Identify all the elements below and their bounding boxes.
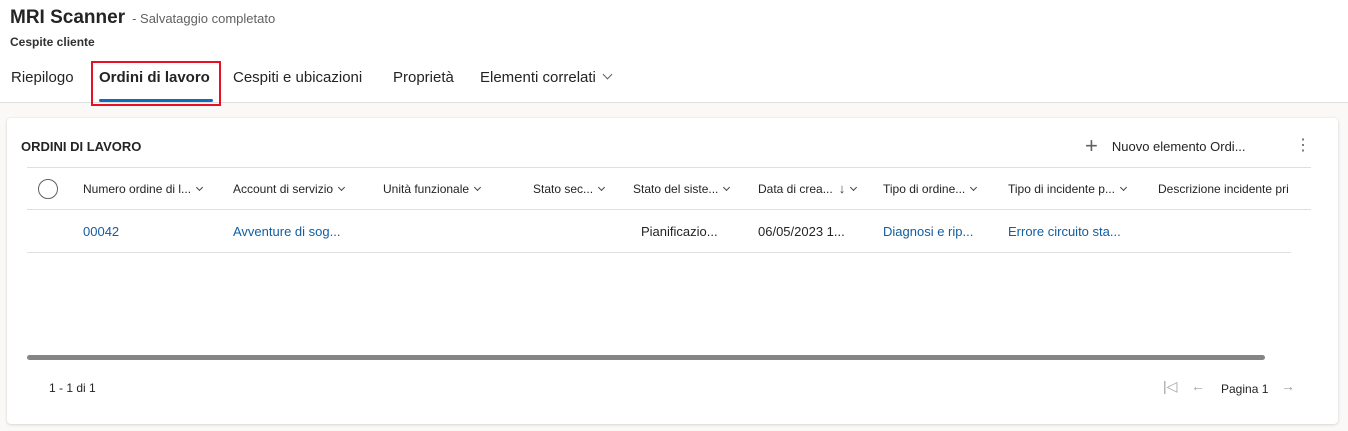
- chevron-down-icon: [474, 183, 482, 192]
- tab-elementi-correlati-label: Elementi correlati: [480, 69, 596, 86]
- record-header: MRI Scanner - Salvataggio completato Ces…: [0, 0, 1348, 103]
- record-count: 1 - 1 di 1: [49, 381, 96, 395]
- chevron-down-icon: [602, 69, 613, 80]
- column-header-descrizione[interactable]: Descrizione incidente pri: [1158, 168, 1289, 210]
- chevron-down-icon: [597, 183, 606, 192]
- new-work-order-button[interactable]: + Nuovo elemento Ordi...: [1085, 133, 1246, 158]
- title-row: MRI Scanner - Salvataggio completato: [10, 7, 275, 29]
- table-row[interactable]: 00042 Avventure di sog... Pianificazio..…: [27, 211, 1291, 253]
- tab-proprieta[interactable]: Proprietà: [393, 60, 454, 103]
- next-page-icon[interactable]: →: [1281, 378, 1295, 394]
- chevron-down-icon: [850, 183, 858, 192]
- record-title: MRI Scanner: [10, 7, 126, 28]
- plus-icon: +: [1085, 133, 1098, 158]
- chevron-down-icon: [970, 183, 978, 192]
- column-header-account[interactable]: Account di servizio: [233, 168, 346, 210]
- cell-tipo-ordine-link[interactable]: Diagnosi e rip...: [883, 211, 973, 253]
- more-vertical-icon[interactable]: ⋮: [1295, 137, 1311, 155]
- column-header-label: Tipo di incidente p...: [1008, 182, 1115, 196]
- chevron-down-icon: [723, 183, 731, 192]
- cell-account-link[interactable]: Avventure di sog...: [233, 211, 340, 253]
- cell-tipo-incidente-link[interactable]: Errore circuito sta...: [1008, 211, 1121, 253]
- section-title: ORDINI DI LAVORO: [21, 139, 142, 154]
- select-all-checkbox[interactable]: [38, 179, 58, 199]
- entity-type-label: Cespite cliente: [10, 35, 95, 49]
- new-work-order-label: Nuovo elemento Ordi...: [1111, 138, 1246, 154]
- tab-elementi-correlati[interactable]: Elementi correlati: [480, 60, 613, 103]
- page-label: Pagina 1: [1221, 382, 1269, 396]
- previous-page-icon[interactable]: ←: [1191, 378, 1205, 394]
- tab-cespiti-e-ubicazioni[interactable]: Cespiti e ubicazioni: [233, 60, 362, 103]
- chevron-down-icon: [196, 183, 204, 192]
- sort-descending-icon: ↓: [838, 181, 846, 196]
- column-header-tipo-ordine[interactable]: Tipo di ordine...: [883, 168, 978, 210]
- column-header-label: Numero ordine di l...: [83, 182, 192, 196]
- work-orders-subgrid: ORDINI DI LAVORO + Nuovo elemento Ordi..…: [7, 118, 1338, 424]
- active-tab-indicator: [99, 99, 213, 102]
- column-header-label: Descrizione incidente pri: [1158, 182, 1289, 196]
- cell-stato-sistema: Pianificazio...: [641, 224, 718, 239]
- column-header-label: Account di servizio: [233, 182, 334, 196]
- column-header-label: Stato del siste...: [633, 182, 719, 196]
- column-header-numero[interactable]: Numero ordine di l...: [83, 168, 204, 210]
- tab-riepilogo[interactable]: Riepilogo: [11, 60, 74, 103]
- first-page-icon[interactable]: |◁: [1163, 378, 1177, 395]
- column-header-stato-sec[interactable]: Stato sec...: [533, 168, 606, 210]
- cell-data: 06/05/2023 1...: [758, 224, 845, 239]
- cell-numero-link[interactable]: 00042: [83, 211, 119, 253]
- chevron-down-icon: [1119, 183, 1127, 192]
- column-header-label: Tipo di ordine...: [883, 182, 966, 196]
- column-header-label: Unità funzionale: [383, 182, 470, 196]
- grid-header: Numero ordine di l... Account di servizi…: [27, 168, 1311, 210]
- chevron-down-icon: [338, 183, 346, 192]
- column-header-label: Data di crea...: [758, 182, 833, 196]
- column-header-data[interactable]: Data di crea... ↓: [758, 168, 858, 210]
- column-header-tipo-incidente[interactable]: Tipo di incidente p...: [1008, 168, 1127, 210]
- horizontal-scrollbar[interactable]: [27, 355, 1265, 360]
- column-header-label: Stato sec...: [533, 182, 594, 196]
- column-header-unita[interactable]: Unità funzionale: [383, 168, 482, 210]
- tab-ordini-di-lavoro[interactable]: Ordini di lavoro: [99, 60, 210, 103]
- column-header-stato-sistema[interactable]: Stato del siste...: [633, 168, 731, 210]
- save-status: - Salvataggio completato: [132, 11, 276, 26]
